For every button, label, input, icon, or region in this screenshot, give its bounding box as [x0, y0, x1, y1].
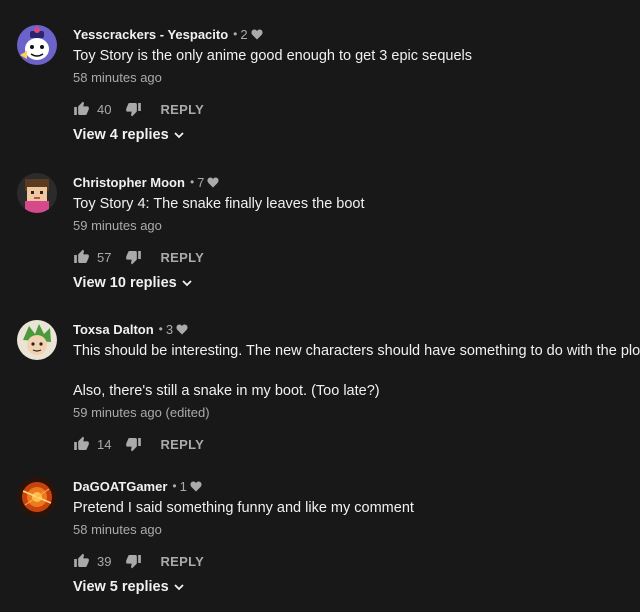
comment-actions: 39 REPLY — [73, 551, 204, 571]
like-count: 14 — [97, 436, 112, 452]
comment-timestamp[interactable]: 58 minutes ago — [73, 70, 162, 85]
separator-dot: • — [158, 322, 163, 336]
view-replies-label: View 10 replies — [73, 275, 177, 291]
thumb-up-icon[interactable] — [73, 436, 90, 452]
heart-icon — [190, 481, 202, 492]
comment-text: Also, there's still a snake in my boot. … — [73, 383, 380, 399]
avatar-image — [17, 477, 57, 517]
separator-dot: • — [172, 479, 177, 493]
comment-actions: 14 REPLY — [73, 434, 204, 454]
chevron-down-icon — [174, 131, 184, 139]
creator-heart-count: 1 — [179, 478, 187, 494]
comment-text: Pretend I said something funny and like … — [73, 500, 414, 516]
like-count: 57 — [97, 249, 112, 265]
separator-dot: • — [233, 27, 238, 41]
like-count: 39 — [97, 553, 112, 569]
comment-text: Toy Story is the only anime good enough … — [73, 48, 473, 64]
heart-icon — [207, 177, 219, 188]
comment-text: Toy Story 4: The snake finally leaves th… — [73, 196, 365, 212]
view-replies-label: View 4 replies — [73, 127, 169, 143]
author-name[interactable]: Toxsa Dalton — [73, 322, 154, 337]
thumb-down-icon[interactable] — [125, 436, 142, 452]
comment-actions: 40 REPLY — [73, 99, 204, 119]
comment-header: Yesscrackers - Yespacito • 2 — [73, 26, 263, 42]
avatar-image — [17, 25, 57, 65]
view-replies-label: View 5 replies — [73, 579, 169, 595]
chevron-down-icon — [182, 279, 192, 287]
avatar-image — [17, 320, 57, 360]
view-replies-button[interactable]: View 10 replies — [73, 275, 192, 291]
comment-timestamp[interactable]: 59 minutes ago — [73, 218, 162, 233]
comment-header: DaGOATGamer • 1 — [73, 478, 202, 494]
avatar[interactable] — [17, 25, 57, 65]
comment-actions: 57 REPLY — [73, 247, 204, 267]
author-name[interactable]: DaGOATGamer — [73, 479, 167, 494]
comment-timestamp[interactable]: 59 minutes ago (edited) — [73, 405, 210, 420]
like-count: 40 — [97, 101, 112, 117]
view-replies-button[interactable]: View 5 replies — [73, 579, 184, 595]
separator-dot: • — [189, 175, 195, 189]
creator-heart-count: 7 — [197, 174, 205, 190]
thumb-down-icon[interactable] — [125, 101, 142, 117]
thumb-up-icon[interactable] — [73, 101, 90, 117]
comment-header: Christopher Moon • 7 — [73, 174, 219, 190]
thumb-up-icon[interactable] — [73, 249, 90, 265]
thumb-up-icon[interactable] — [73, 553, 90, 569]
reply-button[interactable]: REPLY — [160, 437, 204, 452]
reply-button[interactable]: REPLY — [160, 102, 204, 117]
avatar[interactable] — [17, 320, 57, 360]
view-replies-button[interactable]: View 4 replies — [73, 127, 184, 143]
creator-heart-count: 3 — [165, 321, 174, 337]
avatar[interactable] — [17, 477, 57, 517]
comment-header: Toxsa Dalton • 3 — [73, 321, 188, 337]
author-name[interactable]: Yesscrackers - Yespacito — [73, 27, 228, 42]
creator-heart-count: 2 — [240, 26, 248, 42]
reply-button[interactable]: REPLY — [160, 554, 204, 569]
comment-timestamp[interactable]: 58 minutes ago — [73, 522, 162, 537]
heart-icon — [176, 324, 188, 335]
author-name[interactable]: Christopher Moon — [73, 175, 185, 190]
heart-icon — [251, 29, 263, 40]
thumb-down-icon[interactable] — [125, 249, 142, 265]
chevron-down-icon — [174, 583, 184, 591]
avatar-image — [17, 173, 57, 213]
avatar[interactable] — [17, 173, 57, 213]
comment-text: This should be interesting. The new char… — [73, 343, 640, 359]
thumb-down-icon[interactable] — [125, 553, 142, 569]
reply-button[interactable]: REPLY — [160, 250, 204, 265]
